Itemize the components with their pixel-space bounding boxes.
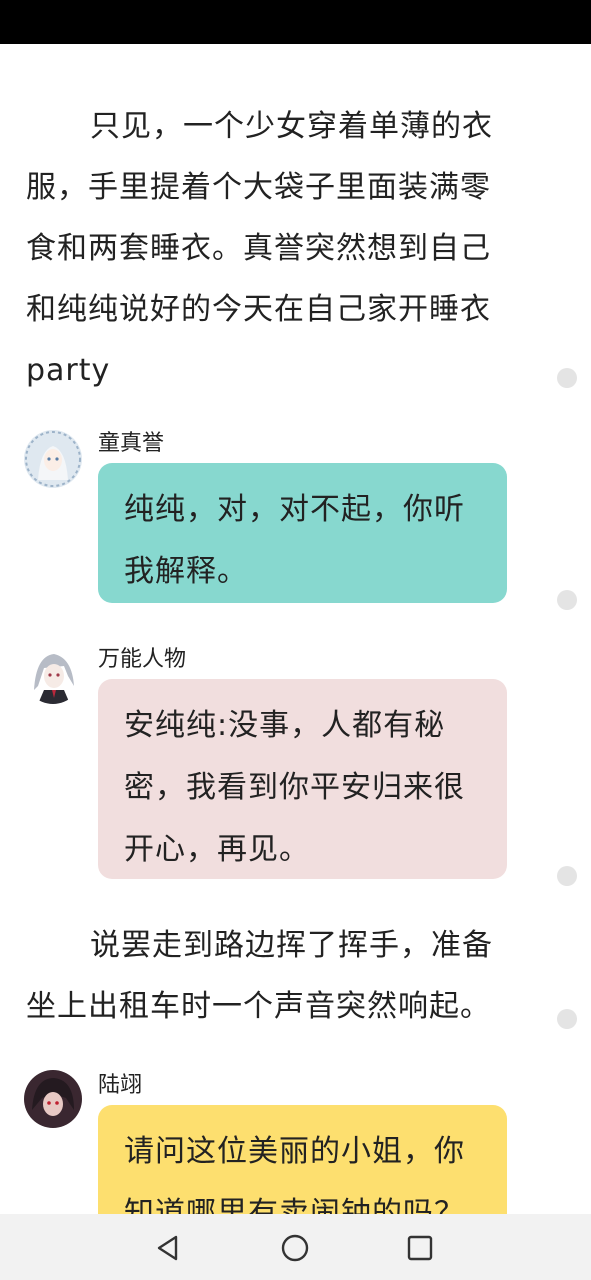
scroll-indicator-dot [557, 590, 577, 610]
narration-paragraph: 只见，一个少女穿着单薄的衣服，手里提着个大袋子里面装满零食和两套睡衣。真誉突然想… [26, 109, 493, 388]
avatar-tong-zhenyu[interactable] [24, 430, 82, 488]
status-bar [0, 0, 591, 44]
avatar-wanneng-renwu[interactable] [24, 646, 82, 704]
back-icon[interactable] [152, 1232, 184, 1264]
scroll-indicator-dot [557, 368, 577, 388]
home-icon[interactable] [279, 1232, 311, 1264]
scroll-indicator-dot [557, 1009, 577, 1029]
speaker-name: 童真誉 [98, 431, 165, 456]
chat-bubble: 请问这位美丽的小姐，你知道哪里有卖闹钟的吗？ [98, 1105, 507, 1214]
speaker-name: 陆翊 [98, 1073, 143, 1098]
navigation-bar [0, 1214, 591, 1280]
recents-icon[interactable] [404, 1232, 436, 1264]
story-content[interactable]: 只见，一个少女穿着单薄的衣服，手里提着个大袋子里面装满零食和两套睡衣。真誉突然想… [0, 44, 591, 1214]
avatar-lu-yi[interactable] [24, 1070, 82, 1128]
narration-paragraph: 说罢走到路边挥了挥手，准备坐上出租车时一个声音突然响起。 [26, 928, 493, 1024]
chat-bubble: 纯纯，对，对不起，你听我解释。 [98, 463, 507, 603]
speaker-name: 万能人物 [98, 647, 187, 672]
chat-bubble: 安纯纯:没事，人都有秘密，我看到你平安归来很开心，再见。 [98, 679, 507, 879]
scroll-indicator-dot [557, 866, 577, 886]
